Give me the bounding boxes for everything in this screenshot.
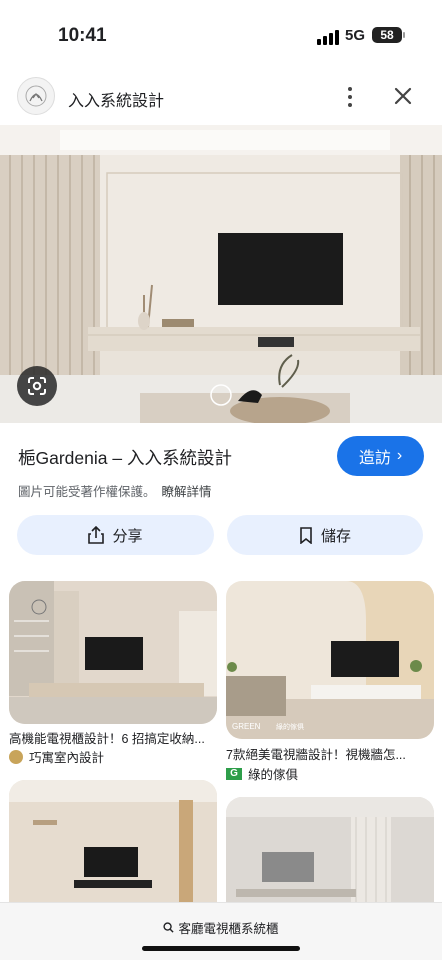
search-icon xyxy=(163,922,175,933)
battery-cap xyxy=(403,32,405,38)
home-indicator[interactable] xyxy=(142,946,300,951)
source-header: 入入系統設計 xyxy=(0,72,442,122)
bookmark-icon xyxy=(300,526,312,544)
site-logo-icon[interactable] xyxy=(17,77,55,115)
g-logo-icon: G xyxy=(226,767,242,780)
lens-search-icon[interactable] xyxy=(17,366,57,406)
save-label: 儲存 xyxy=(320,527,351,545)
related-image-2[interactable]: GREEN 綠的傢俱 xyxy=(226,581,434,739)
site-name[interactable]: 入入系統設計 xyxy=(68,87,164,111)
watermark-sub: 綠的傢俱 xyxy=(276,722,304,731)
visit-button[interactable]: 造訪 › xyxy=(337,436,424,476)
search-query-text: 客廳電視櫃系統櫃 xyxy=(178,922,279,936)
visit-label: 造訪 xyxy=(358,450,391,467)
copyright-text: 圖片可能受著作權保護。 xyxy=(18,485,156,499)
copyright-note: 圖片可能受著作權保護。 瞭解詳情 xyxy=(18,481,212,500)
bottom-search-bar[interactable]: 客廳電視櫃系統櫃 xyxy=(0,902,442,960)
share-label: 分享 xyxy=(112,527,143,545)
signal-icon xyxy=(317,30,339,45)
share-icon xyxy=(88,526,105,544)
battery-icon: 58 xyxy=(372,27,402,43)
search-query[interactable]: 客廳電視櫃系統櫃 xyxy=(0,918,442,937)
source-avatar-icon xyxy=(9,749,23,764)
related-source-1[interactable]: 巧寓室內設計 xyxy=(9,747,104,766)
source-name-1: 巧寓室內設計 xyxy=(29,751,105,765)
source-name-2: 綠的傢俱 xyxy=(248,768,299,782)
share-button[interactable]: 分享 xyxy=(17,515,214,555)
status-bar: 10:41 5G 58 xyxy=(0,0,442,70)
chevron-right-icon: › xyxy=(396,447,403,464)
more-options-icon[interactable] xyxy=(340,84,360,110)
learn-more-link[interactable]: 瞭解詳情 xyxy=(162,485,212,499)
watermark-text: GREEN xyxy=(232,722,261,731)
related-image-1[interactable] xyxy=(9,581,217,724)
network-label: 5G xyxy=(345,27,366,44)
close-icon[interactable] xyxy=(388,81,418,111)
related-caption-2[interactable]: 7款絕美電視牆設計！視機牆怎... xyxy=(226,744,434,763)
clock: 10:41 xyxy=(58,25,107,46)
related-source-2[interactable]: G 綠的傢俱 xyxy=(226,764,298,783)
related-caption-1[interactable]: 高機能電視櫃設計！6 招搞定收納... xyxy=(9,728,217,747)
image-title: 梔Gardenia – 入入系統設計 xyxy=(18,448,232,468)
main-image[interactable] xyxy=(0,125,442,423)
save-button[interactable]: 儲存 xyxy=(227,515,423,555)
related-image-3[interactable] xyxy=(9,780,217,920)
